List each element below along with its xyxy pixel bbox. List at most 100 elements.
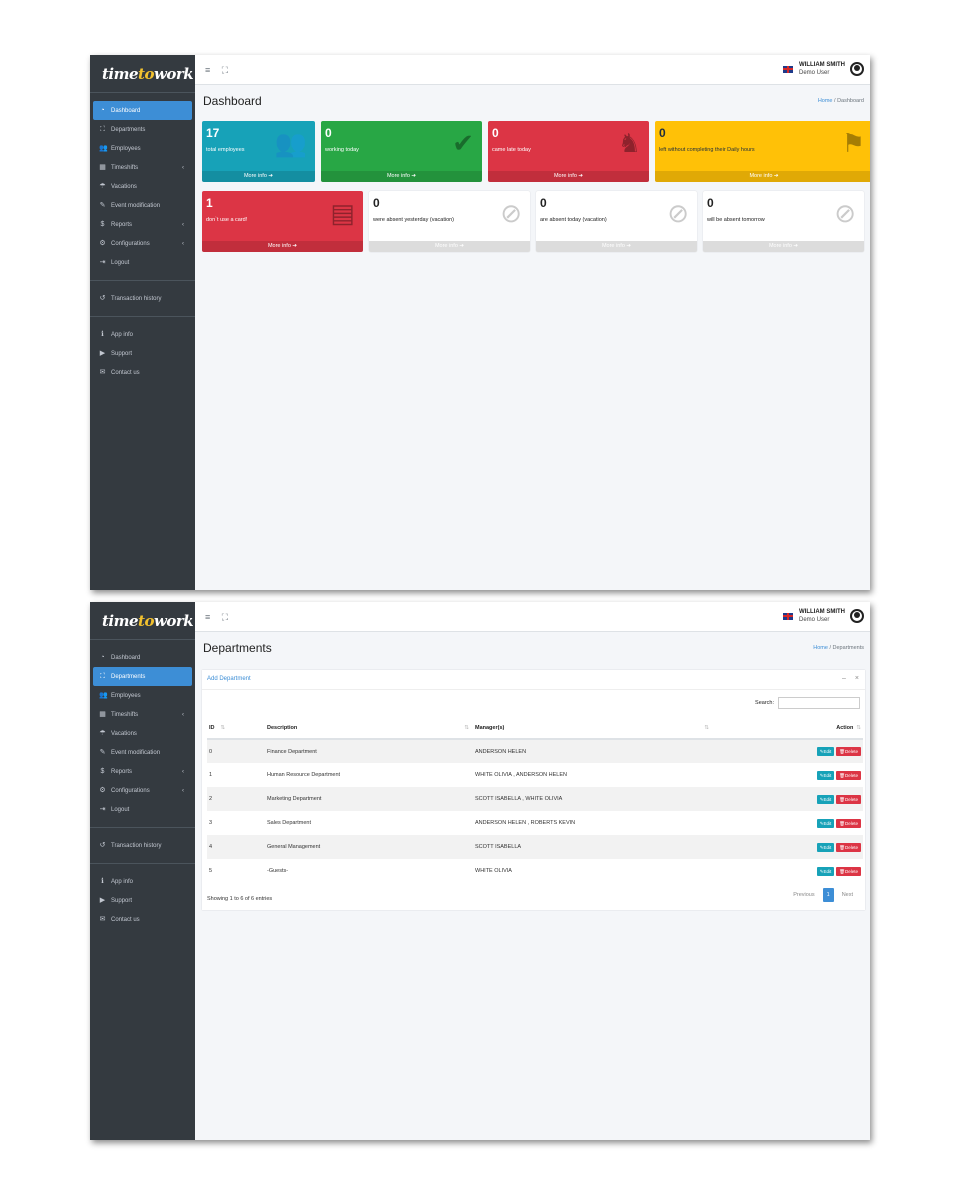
more-info-link[interactable]: More info ➔ (536, 241, 697, 252)
col-id[interactable]: ID ⇅ (207, 718, 265, 740)
sidebar-item-event-modification[interactable]: ✎ Event modification (93, 196, 192, 215)
breadcrumb-home[interactable]: Home (818, 98, 833, 104)
sidebar-item-transaction-history[interactable]: ↺ Transaction history (93, 289, 192, 308)
add-department-link[interactable]: Add Department (207, 676, 251, 682)
topbar: ≡ ⛶ WILLIAM SMITH Demo User (195, 55, 870, 85)
user-name: WILLIAM SMITH (799, 62, 845, 68)
sidebar-item-support[interactable]: ▶ Support (93, 891, 192, 910)
sidebar-item-label: Dashboard (111, 107, 141, 114)
sidebar-item-event-modification[interactable]: ✎ Event modification (93, 743, 192, 762)
edit-button[interactable]: ✎Edit (816, 818, 835, 828)
more-info-link[interactable]: More info ➔ (703, 241, 864, 252)
minimize-icon[interactable]: – (842, 675, 846, 682)
sidebar-item-support[interactable]: ▶ Support (93, 344, 192, 363)
sidebar-item-configurations[interactable]: ⚙ Configurations ‹ (93, 781, 192, 800)
info-icon: ℹ (101, 878, 104, 885)
prev-page-button[interactable]: Previous (793, 892, 814, 898)
sidebar-item-logout[interactable]: ⇥ Logout (93, 800, 192, 819)
brand-logo[interactable]: timetowork (90, 55, 198, 93)
stat-label: left without completing their Daily hour… (659, 147, 755, 153)
sidebar-item-timeshifts[interactable]: ▦ Timeshifts ‹ (93, 705, 192, 724)
sidebar-item-vacations[interactable]: ☂ Vacations (93, 724, 192, 743)
sidebar-item-departments[interactable]: ⛶ Departments (93, 667, 192, 686)
avatar[interactable] (850, 62, 864, 76)
sidebar-item-label: Reports (111, 221, 133, 228)
delete-button[interactable]: 🗑Delete (836, 770, 861, 780)
fullscreen-icon[interactable]: ⛶ (222, 612, 228, 622)
pagination: Previous 1 Next (789, 888, 857, 902)
delete-button[interactable]: 🗑Delete (836, 747, 861, 756)
edit-button[interactable]: ✎Edit (816, 770, 835, 780)
history-icon: ↺ (99, 295, 106, 302)
sidebar-item-contact-us[interactable]: ✉ Contact us (93, 910, 192, 929)
more-info-link[interactable]: More info ➔ (202, 171, 315, 182)
cell-managers: ANDERSON HELEN (473, 739, 713, 763)
user-menu[interactable]: WILLIAM SMITH Demo User (783, 61, 864, 77)
next-page-button[interactable]: Next (842, 892, 853, 898)
sidebar-nav: ◔ Dashboard ⛶ Departments 👥 Employees ▦ Timeshi… (90, 93, 195, 382)
page-1-button[interactable]: 1 (822, 888, 834, 902)
sidebar-item-vacations[interactable]: ☂ Vacations (93, 177, 192, 196)
sidebar-item-timeshifts[interactable]: ▦ Timeshifts ‹ (93, 158, 192, 177)
col-description[interactable]: Description ⇅ (265, 718, 473, 740)
play-icon: ▶ (99, 350, 106, 357)
edit-button[interactable]: ✎Edit (816, 747, 835, 756)
sidebar-item-departments[interactable]: ⛶ Departments (93, 120, 192, 139)
delete-button[interactable]: 🗑Delete (836, 866, 861, 876)
col-managers[interactable]: Manager(s) ⇅ (473, 718, 713, 740)
running-icon: ⚑ (841, 128, 865, 158)
nav-divider (90, 316, 195, 317)
main-content: ≡ ⛶ WILLIAM SMITH Demo User Departments … (195, 602, 870, 1140)
umbrella-beach-icon: ☂ (99, 730, 106, 737)
sidebar-item-transaction-history[interactable]: ↺ Transaction history (93, 836, 192, 855)
sidebar-item-reports[interactable]: $ Reports ‹ (93, 762, 192, 781)
sidebar-item-dashboard[interactable]: ◔ Dashboard (93, 101, 192, 120)
sidebar-item-dashboard[interactable]: ◔ Dashboard (93, 648, 192, 667)
sidebar-item-label: Employees (111, 145, 141, 152)
fullscreen-icon[interactable]: ⛶ (222, 65, 228, 75)
col-action[interactable]: Action ⇅ (713, 718, 863, 740)
more-info-link[interactable]: More info ➔ (321, 171, 482, 182)
chevron-left-icon: ‹ (182, 221, 184, 228)
delete-button[interactable]: 🗑Delete (836, 794, 861, 804)
menu-icon[interactable]: ≡ (205, 65, 210, 75)
stat-number: 17 (206, 126, 220, 140)
edit-button[interactable]: ✎Edit (816, 842, 835, 852)
cell-id: 4 (207, 835, 265, 859)
stat-label: were absent yesterday (vacation) (373, 217, 455, 223)
dashboard-icon: ◔ (100, 654, 105, 661)
more-info-link[interactable]: More info ➔ (202, 241, 363, 252)
close-icon[interactable]: × (855, 675, 859, 682)
cell-id: 5 (209, 868, 213, 874)
more-info-link[interactable]: More info ➔ (655, 171, 870, 182)
delete-button[interactable]: 🗑Delete (836, 842, 861, 852)
sidebar-item-app-info[interactable]: ℹ App info (93, 325, 192, 344)
breadcrumb-home[interactable]: Home (813, 645, 828, 651)
sidebar-item-employees[interactable]: 👥 Employees (93, 686, 192, 705)
sidebar-item-logout[interactable]: ⇥ Logout (93, 253, 192, 272)
sidebar-item-label: Transaction history (111, 295, 162, 302)
user-menu[interactable]: WILLIAM SMITH Demo User (783, 608, 864, 624)
uk-flag-icon[interactable] (783, 65, 793, 73)
edit-button[interactable]: ✎Edit (816, 866, 835, 876)
search-input[interactable] (778, 697, 860, 709)
more-info-link[interactable]: More info ➔ (488, 171, 649, 182)
umbrella-beach-icon: ☂ (99, 183, 106, 190)
sidebar-item-configurations[interactable]: ⚙ Configurations ‹ (93, 234, 192, 253)
uk-flag-icon[interactable] (783, 612, 793, 620)
sidebar-item-employees[interactable]: 👥 Employees (93, 139, 192, 158)
edit-button[interactable]: ✎Edit (816, 794, 835, 804)
sidebar-item-app-info[interactable]: ℹ App info (93, 872, 192, 891)
brand-logo[interactable]: timetowork (90, 602, 198, 640)
sidebar-item-reports[interactable]: $ Reports ‹ (93, 215, 192, 234)
avatar[interactable] (850, 609, 864, 623)
users-icon: 👥 (274, 128, 307, 158)
reports-icon: $ (100, 221, 105, 228)
sidebar-item-contact-us[interactable]: ✉ Contact us (93, 363, 192, 382)
envelope-icon: ✉ (99, 369, 106, 376)
more-info-link[interactable]: More info ➔ (369, 241, 530, 252)
cell-managers: WHITE OLIVIA (475, 868, 512, 874)
delete-button[interactable]: 🗑Delete (836, 818, 861, 828)
user-check-icon: ✔ (452, 128, 474, 158)
menu-icon[interactable]: ≡ (205, 612, 210, 622)
